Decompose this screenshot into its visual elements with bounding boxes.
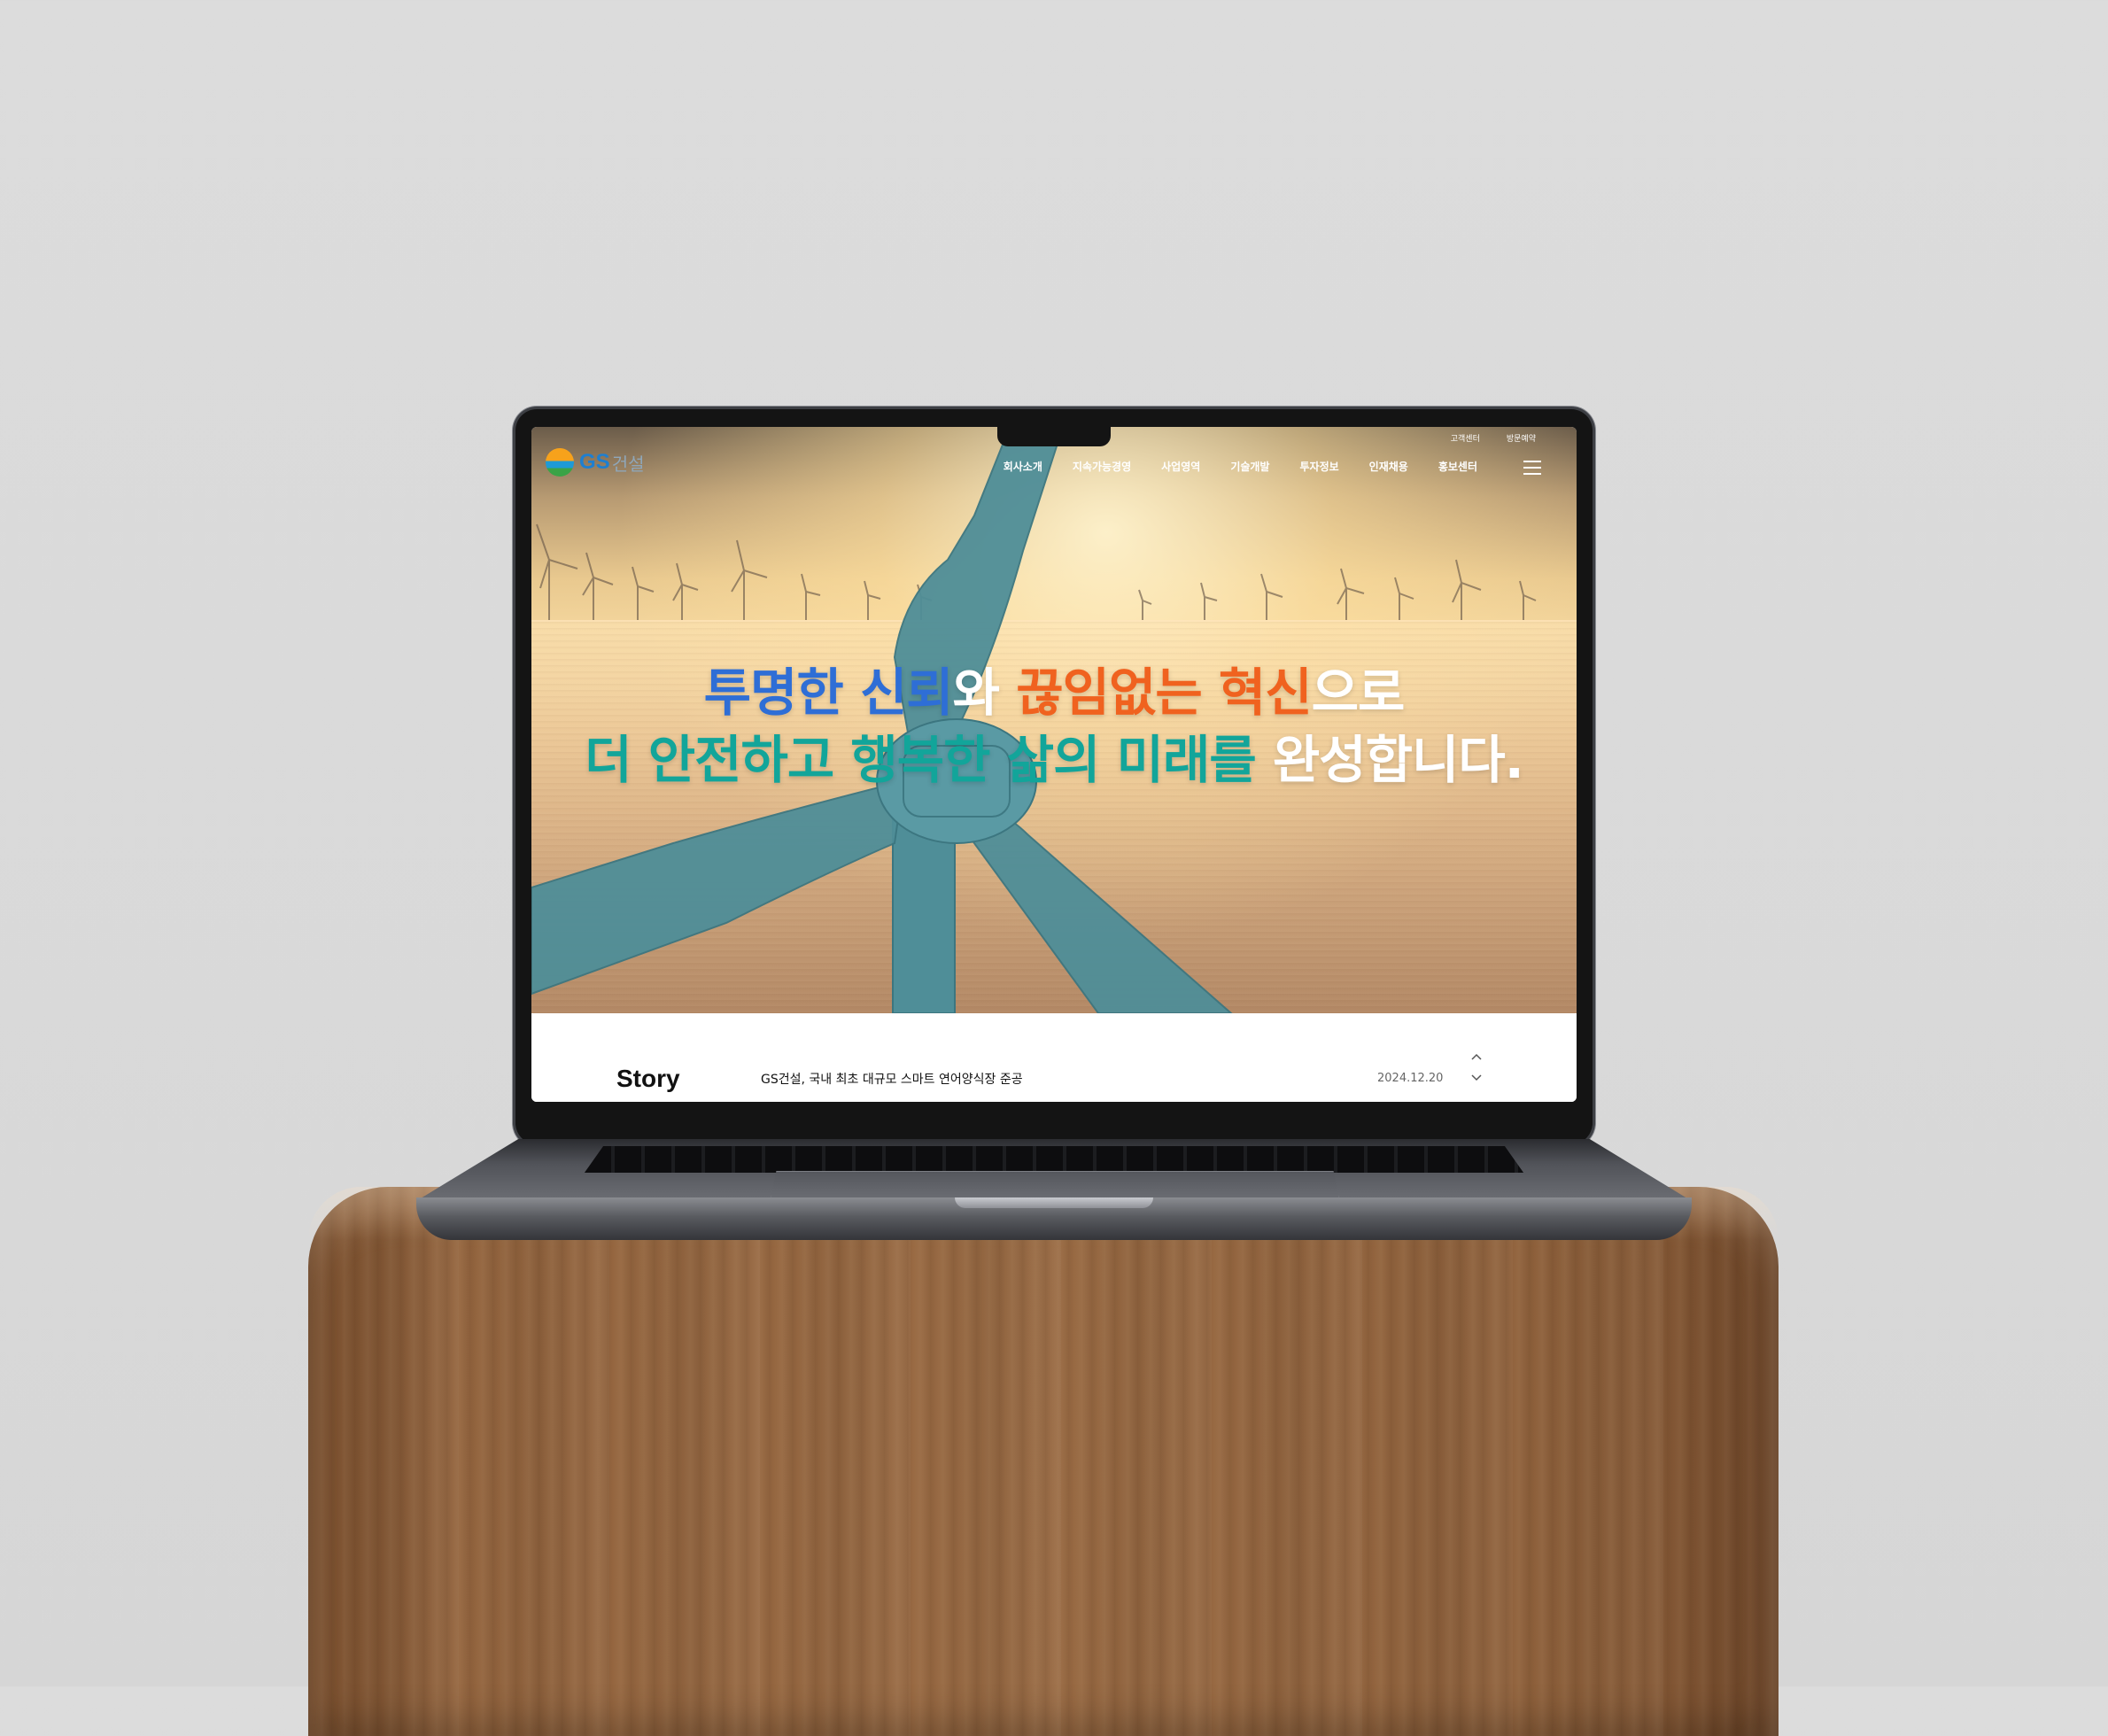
- nav-item-technology[interactable]: 기술개발: [1230, 459, 1269, 474]
- logo-brand: GS: [579, 450, 610, 474]
- camera-notch: [997, 423, 1111, 446]
- wooden-pedestal: [308, 1187, 1779, 1736]
- headline-line-1: 투명한 신뢰와 끊임없는 혁신으로: [531, 659, 1577, 726]
- story-label: Story: [616, 1065, 680, 1092]
- hamburger-icon[interactable]: [1523, 461, 1541, 475]
- chevron-down-icon[interactable]: [1470, 1072, 1483, 1084]
- laptop-lid-notch: [955, 1197, 1153, 1208]
- main-nav: 회사소개 지속가능경영 사업영역 기술개발 투자정보 인재채용 홍보센터: [1004, 459, 1477, 474]
- hero-headline: 투명한 신뢰와 끊임없는 혁신으로 더 안전하고 행복한 삶의 미래를 완성합니…: [531, 659, 1577, 794]
- headline-segment: 더 안전하고 행복한 삶의 미래를: [585, 730, 1273, 790]
- util-link-customer-center[interactable]: 고객센터: [1451, 432, 1480, 444]
- laptop-screen: GS 건설 고객센터 방문예약 회사소개 지속가능경영 사업영역 기술개발 투자…: [531, 427, 1577, 1102]
- nav-item-sustainability[interactable]: 지속가능경영: [1073, 459, 1131, 474]
- util-link-visit-reservation[interactable]: 방문예약: [1507, 432, 1536, 444]
- headline-line-2: 더 안전하고 행복한 삶의 미래를 완성합니다.: [531, 726, 1577, 794]
- laptop-keyboard: [585, 1146, 1523, 1173]
- nav-item-pr-center[interactable]: 홍보센터: [1438, 459, 1477, 474]
- hero-section: GS 건설 고객센터 방문예약 회사소개 지속가능경영 사업영역 기술개발 투자…: [531, 427, 1577, 1013]
- headline-segment: 완성합니다.: [1272, 730, 1524, 790]
- story-date: 2024.12.20: [1377, 1072, 1444, 1085]
- headline-segment: 와: [952, 663, 1017, 723]
- headline-segment: 투명한 신뢰: [703, 663, 954, 723]
- chevron-up-icon[interactable]: [1470, 1050, 1483, 1063]
- story-ticker: Story GS건설, 국내 최초 대규모 스마트 연어양식장 준공 2024.…: [531, 1013, 1577, 1102]
- nav-item-investor[interactable]: 투자정보: [1299, 459, 1338, 474]
- logo-name: 건설: [611, 453, 645, 475]
- gs-logo[interactable]: GS 건설: [546, 448, 645, 477]
- laptop-trackpad: [771, 1171, 1339, 1199]
- nav-item-company[interactable]: 회사소개: [1004, 459, 1042, 474]
- nav-item-careers[interactable]: 인재채용: [1369, 459, 1408, 474]
- headline-segment: 끊임없는 혁신: [1016, 663, 1312, 723]
- utility-links: 고객센터 방문예약: [1451, 432, 1536, 444]
- story-headline-link[interactable]: GS건설, 국내 최초 대규모 스마트 연어양식장 준공: [761, 1070, 1023, 1088]
- gs-logo-icon: [546, 448, 574, 477]
- nav-item-business[interactable]: 사업영역: [1161, 459, 1200, 474]
- headline-segment: 으로: [1311, 663, 1406, 723]
